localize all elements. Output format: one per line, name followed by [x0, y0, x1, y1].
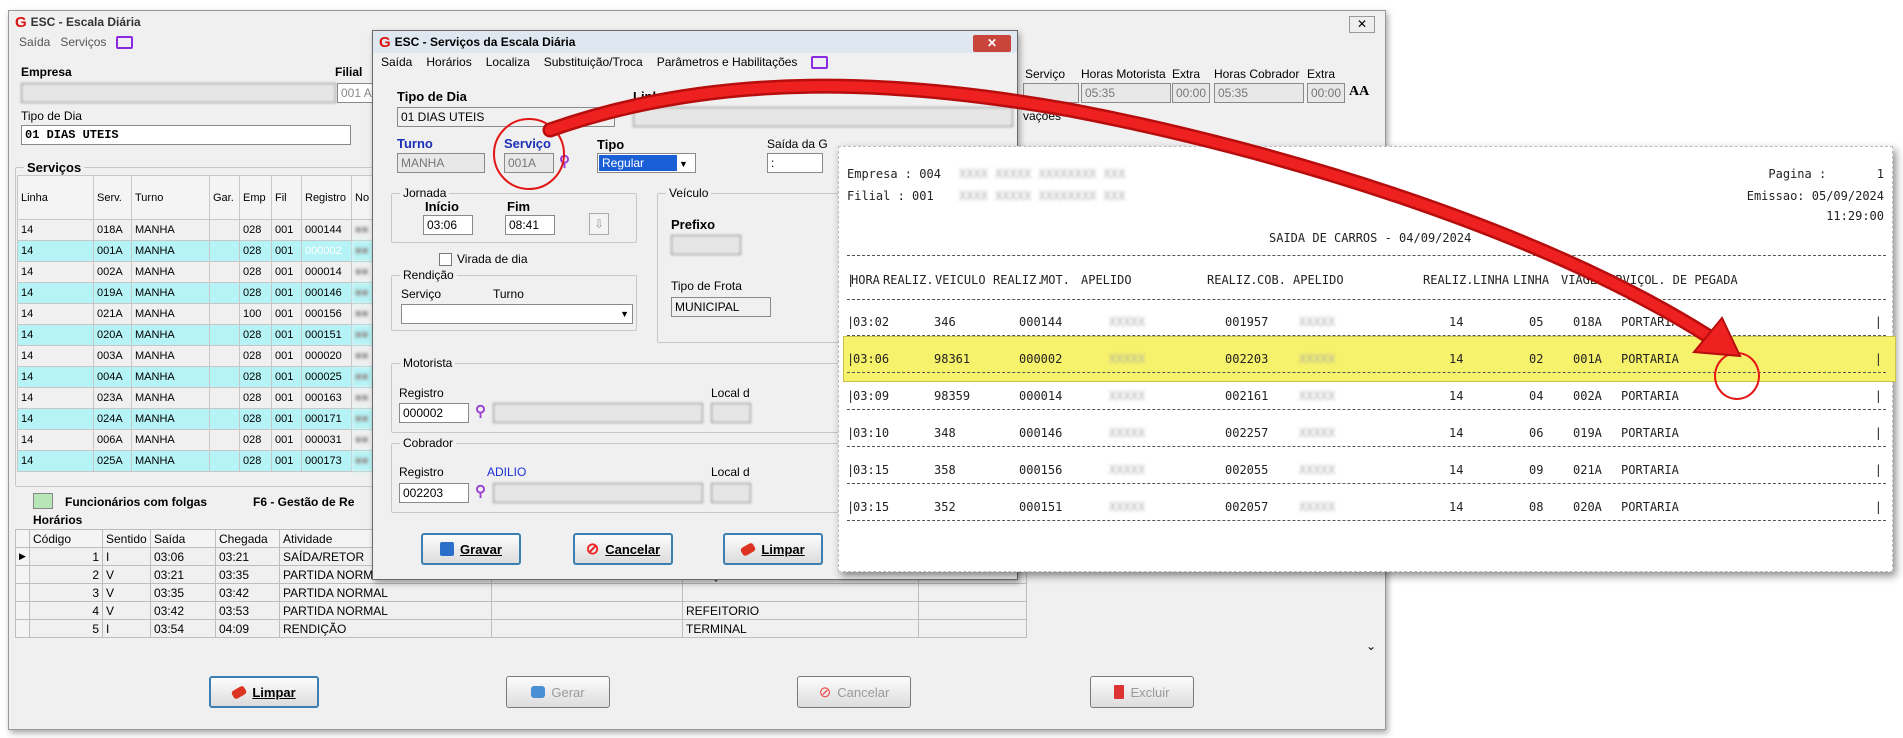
annotation-arrow-path-fill: [545, 81, 1713, 341]
annotation-arrow: [542, 78, 1742, 358]
